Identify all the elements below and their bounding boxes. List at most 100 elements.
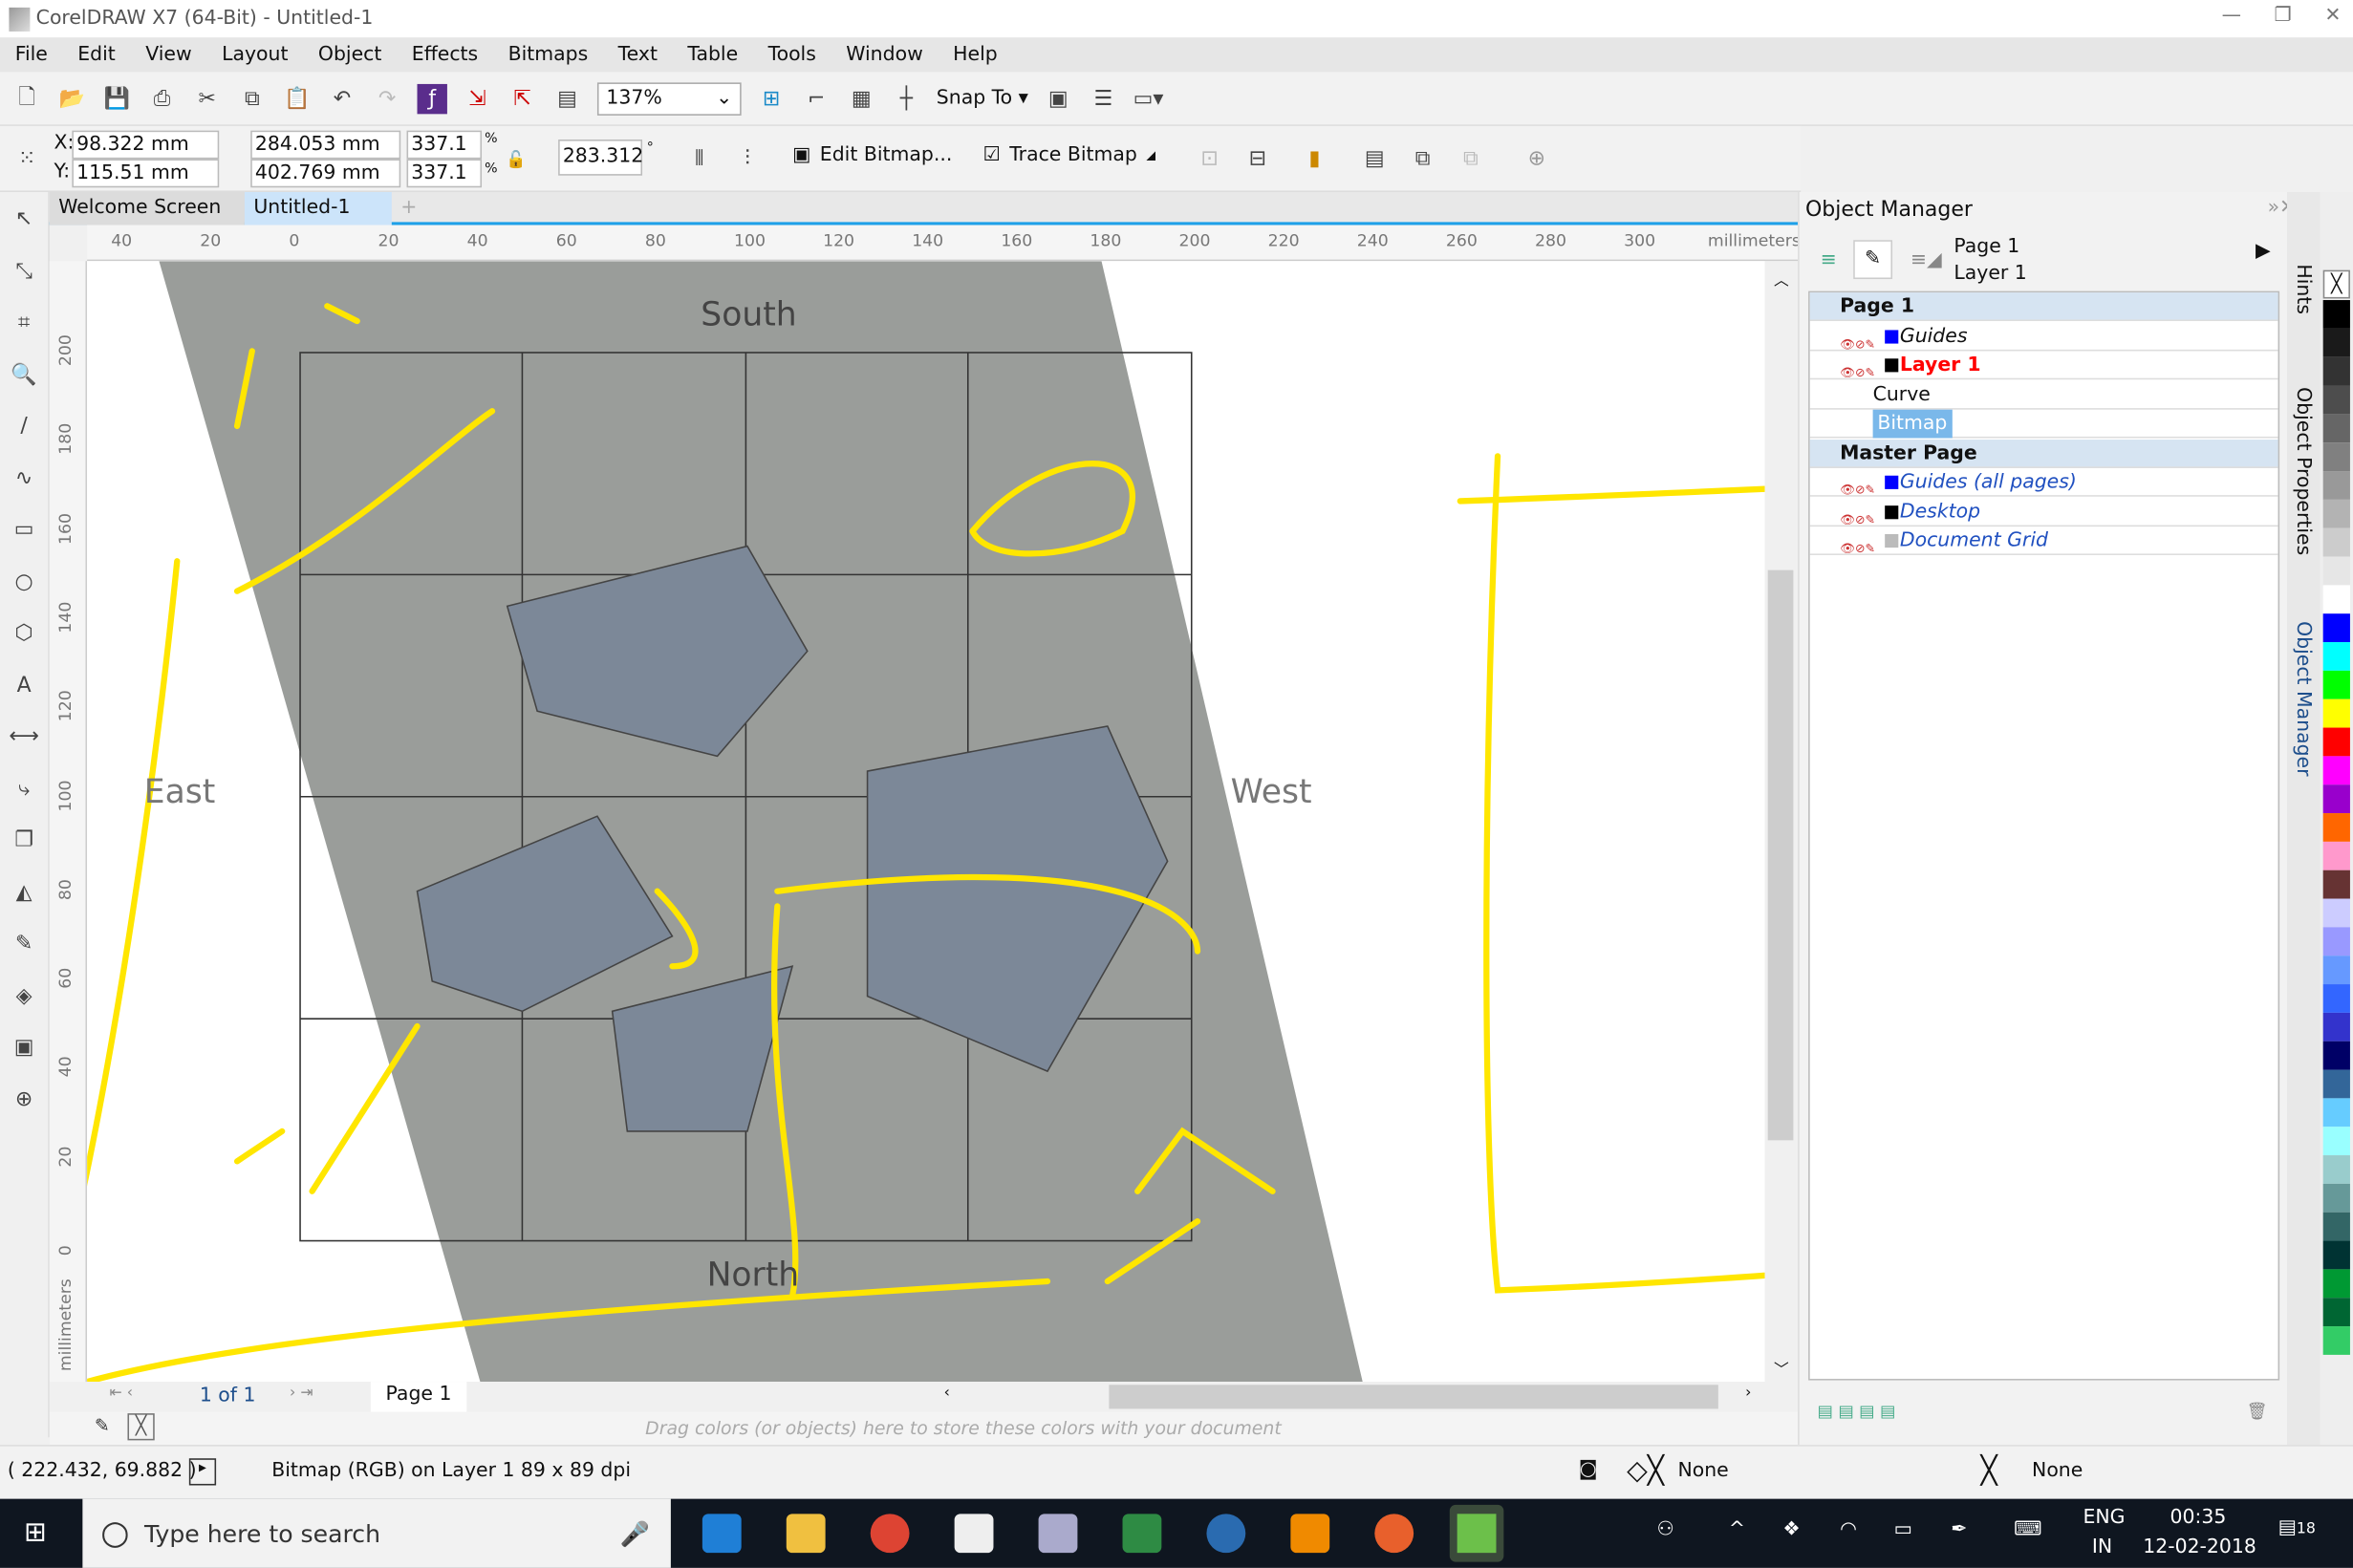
layer-manager-view-icon[interactable]: ≡◢ xyxy=(1910,249,1942,272)
menu-view[interactable]: View xyxy=(145,44,191,67)
color-swatch[interactable] xyxy=(2322,1069,2350,1099)
artistic-media-tool-icon[interactable]: ∿ xyxy=(9,462,38,492)
tab-untitled-1[interactable]: Untitled-1 xyxy=(244,191,392,226)
menu-bitmaps[interactable]: Bitmaps xyxy=(508,44,589,67)
paste-icon[interactable]: 📋 xyxy=(282,83,312,113)
resample-icon[interactable]: ⊟ xyxy=(1242,144,1272,174)
color-swatch[interactable] xyxy=(2322,813,2350,842)
to-front-icon[interactable]: ⧉ xyxy=(1408,144,1437,174)
minimize-button[interactable]: — xyxy=(2222,5,2241,28)
color-swatch[interactable] xyxy=(2322,956,2350,985)
vertical-ruler[interactable]: 200 180 160 140 120 100 80 60 40 20 0 millimeters xyxy=(49,261,88,1383)
color-swatch[interactable] xyxy=(2322,471,2350,500)
full-screen-preview-icon[interactable]: ⊞ xyxy=(756,83,786,113)
menu-edit[interactable]: Edit xyxy=(77,44,116,67)
color-swatch[interactable] xyxy=(2322,328,2350,357)
chrome-icon[interactable] xyxy=(870,1514,910,1554)
eyedropper-icon[interactable]: ✎ xyxy=(95,1415,110,1436)
color-swatch[interactable] xyxy=(2322,300,2350,329)
mirror-horizontal-icon[interactable]: ⫴ xyxy=(684,144,714,174)
print-icon[interactable]: ⎙ xyxy=(147,83,177,113)
color-swatch[interactable] xyxy=(2322,414,2350,443)
menu-file[interactable]: File xyxy=(15,44,48,67)
document-palette[interactable]: ✎ ╳ Drag colors (or objects) here to sto… xyxy=(49,1411,1799,1446)
application-launcher-icon[interactable]: ☰ xyxy=(1089,83,1118,113)
new-layer-icon[interactable]: ▤ ▤ ▤ ▤ xyxy=(1818,1402,1896,1421)
color-swatch[interactable] xyxy=(2322,527,2350,557)
color-swatch[interactable] xyxy=(2322,898,2350,928)
taskbar-search-box[interactable]: ○ Type here to search 🎤 xyxy=(82,1498,671,1568)
to-back-icon[interactable]: ⧉ xyxy=(1456,144,1485,174)
crop-tool-icon[interactable]: ⌗ xyxy=(9,308,38,337)
color-swatch[interactable] xyxy=(2322,1098,2350,1128)
open-icon[interactable]: 📂 xyxy=(57,83,87,113)
tree-item-guides[interactable]: 👁⊘✎ Guides xyxy=(1809,322,2278,351)
drop-shadow-tool-icon[interactable]: ❐ xyxy=(9,826,38,855)
transparency-tool-icon[interactable]: ◭ xyxy=(9,877,38,907)
thunderbird-icon[interactable] xyxy=(1206,1514,1246,1554)
clock-time[interactable]: 00:35 xyxy=(2170,1506,2227,1529)
language[interactable]: ENG xyxy=(2083,1506,2125,1529)
tab-hints[interactable]: Hints xyxy=(2292,264,2315,314)
x-position-field[interactable]: 98.322 mm xyxy=(72,130,220,160)
show-object-properties-icon[interactable]: ≡ xyxy=(1821,249,1837,272)
wrap-text-icon[interactable]: ▤ xyxy=(1360,144,1390,174)
close-button[interactable]: ✕ xyxy=(2324,5,2341,28)
show-guidelines-icon[interactable]: ┼ xyxy=(892,83,921,113)
color-swatch[interactable] xyxy=(2322,727,2350,757)
tree-item-bitmap[interactable]: Bitmap xyxy=(1809,409,2278,439)
color-swatch[interactable] xyxy=(2322,1298,2350,1327)
color-swatch[interactable] xyxy=(2322,1212,2350,1241)
tree-item-document-grid[interactable]: 👁⊘✎ Document Grid xyxy=(1809,526,2278,555)
cut-icon[interactable]: ✂ xyxy=(192,83,222,113)
color-swatch[interactable] xyxy=(2322,984,2350,1013)
color-swatch[interactable] xyxy=(2322,1155,2350,1184)
color-swatch[interactable] xyxy=(2322,756,2350,785)
color-swatch[interactable] xyxy=(2322,613,2350,643)
parallel-dimension-tool-icon[interactable]: ⟷ xyxy=(9,721,39,751)
color-swatch[interactable] xyxy=(2322,499,2350,528)
color-swatch[interactable] xyxy=(2322,642,2350,671)
menu-effects[interactable]: Effects xyxy=(412,44,478,67)
show-hidden-icons[interactable]: ^ xyxy=(1729,1518,1745,1541)
microphone-icon[interactable]: 🎤 xyxy=(620,1519,650,1548)
tree-item-desktop[interactable]: 👁⊘✎ Desktop xyxy=(1809,498,2278,526)
maximize-button[interactable]: ❐ xyxy=(2275,5,2292,28)
layer-visibility-icon[interactable]: 👁⊘✎ xyxy=(1840,358,1885,379)
text-tool-icon[interactable]: A xyxy=(9,670,38,699)
zoom-level-dropdown[interactable]: 137% ⌄ xyxy=(596,81,742,116)
color-swatch[interactable] xyxy=(2322,442,2350,472)
region[interactable]: IN xyxy=(2092,1536,2112,1559)
connector-tool-icon[interactable]: ⤷ xyxy=(9,773,38,803)
color-swatch[interactable] xyxy=(2322,927,2350,956)
color-swatch[interactable] xyxy=(2322,1240,2350,1270)
scroll-down-icon[interactable]: ﹀ xyxy=(1774,1356,1789,1379)
menu-table[interactable]: Table xyxy=(687,44,738,67)
drawing-canvas[interactable]: South East West North xyxy=(87,261,1765,1383)
color-swatch[interactable] xyxy=(2322,870,2350,899)
menu-tools[interactable]: Tools xyxy=(768,44,816,67)
width-field[interactable]: 284.053 mm xyxy=(250,130,401,160)
color-swatch[interactable] xyxy=(2322,841,2350,870)
lock-ratio-icon[interactable]: 🔓 xyxy=(501,144,530,174)
battery-icon[interactable]: ▭ xyxy=(1894,1518,1912,1541)
docker-menu-arrow-icon[interactable]: ▶ xyxy=(2256,240,2271,263)
add-tool-icon[interactable]: ⊕ xyxy=(9,1084,38,1113)
tree-item-curve[interactable]: Curve xyxy=(1809,380,2278,409)
pen-icon[interactable]: ✒ xyxy=(1951,1518,1967,1541)
trace-bitmap-button[interactable]: ☑ Trace Bitmap ◢ xyxy=(982,144,1155,167)
color-swatch[interactable] xyxy=(2322,556,2350,586)
layer-visibility-icon[interactable]: 👁⊘✎ xyxy=(1840,476,1885,497)
menu-help[interactable]: Help xyxy=(953,44,998,67)
menu-text[interactable]: Text xyxy=(618,44,658,67)
tree-item-layer-1[interactable]: 👁⊘✎ Layer 1 xyxy=(1809,351,2278,380)
wifi-icon[interactable]: ◠ xyxy=(1840,1518,1857,1541)
welcome-screen-icon[interactable]: ▭▾ xyxy=(1133,83,1164,113)
color-swatch[interactable] xyxy=(2322,670,2350,699)
people-icon[interactable]: ⚇ xyxy=(1657,1518,1674,1541)
import-icon[interactable]: ⇲ xyxy=(463,83,492,113)
scale-x-field[interactable]: 337.1 xyxy=(406,130,483,160)
new-tab-button[interactable]: + xyxy=(392,192,421,226)
color-swatch[interactable] xyxy=(2322,784,2350,814)
copy-icon[interactable]: ⧉ xyxy=(237,83,267,113)
